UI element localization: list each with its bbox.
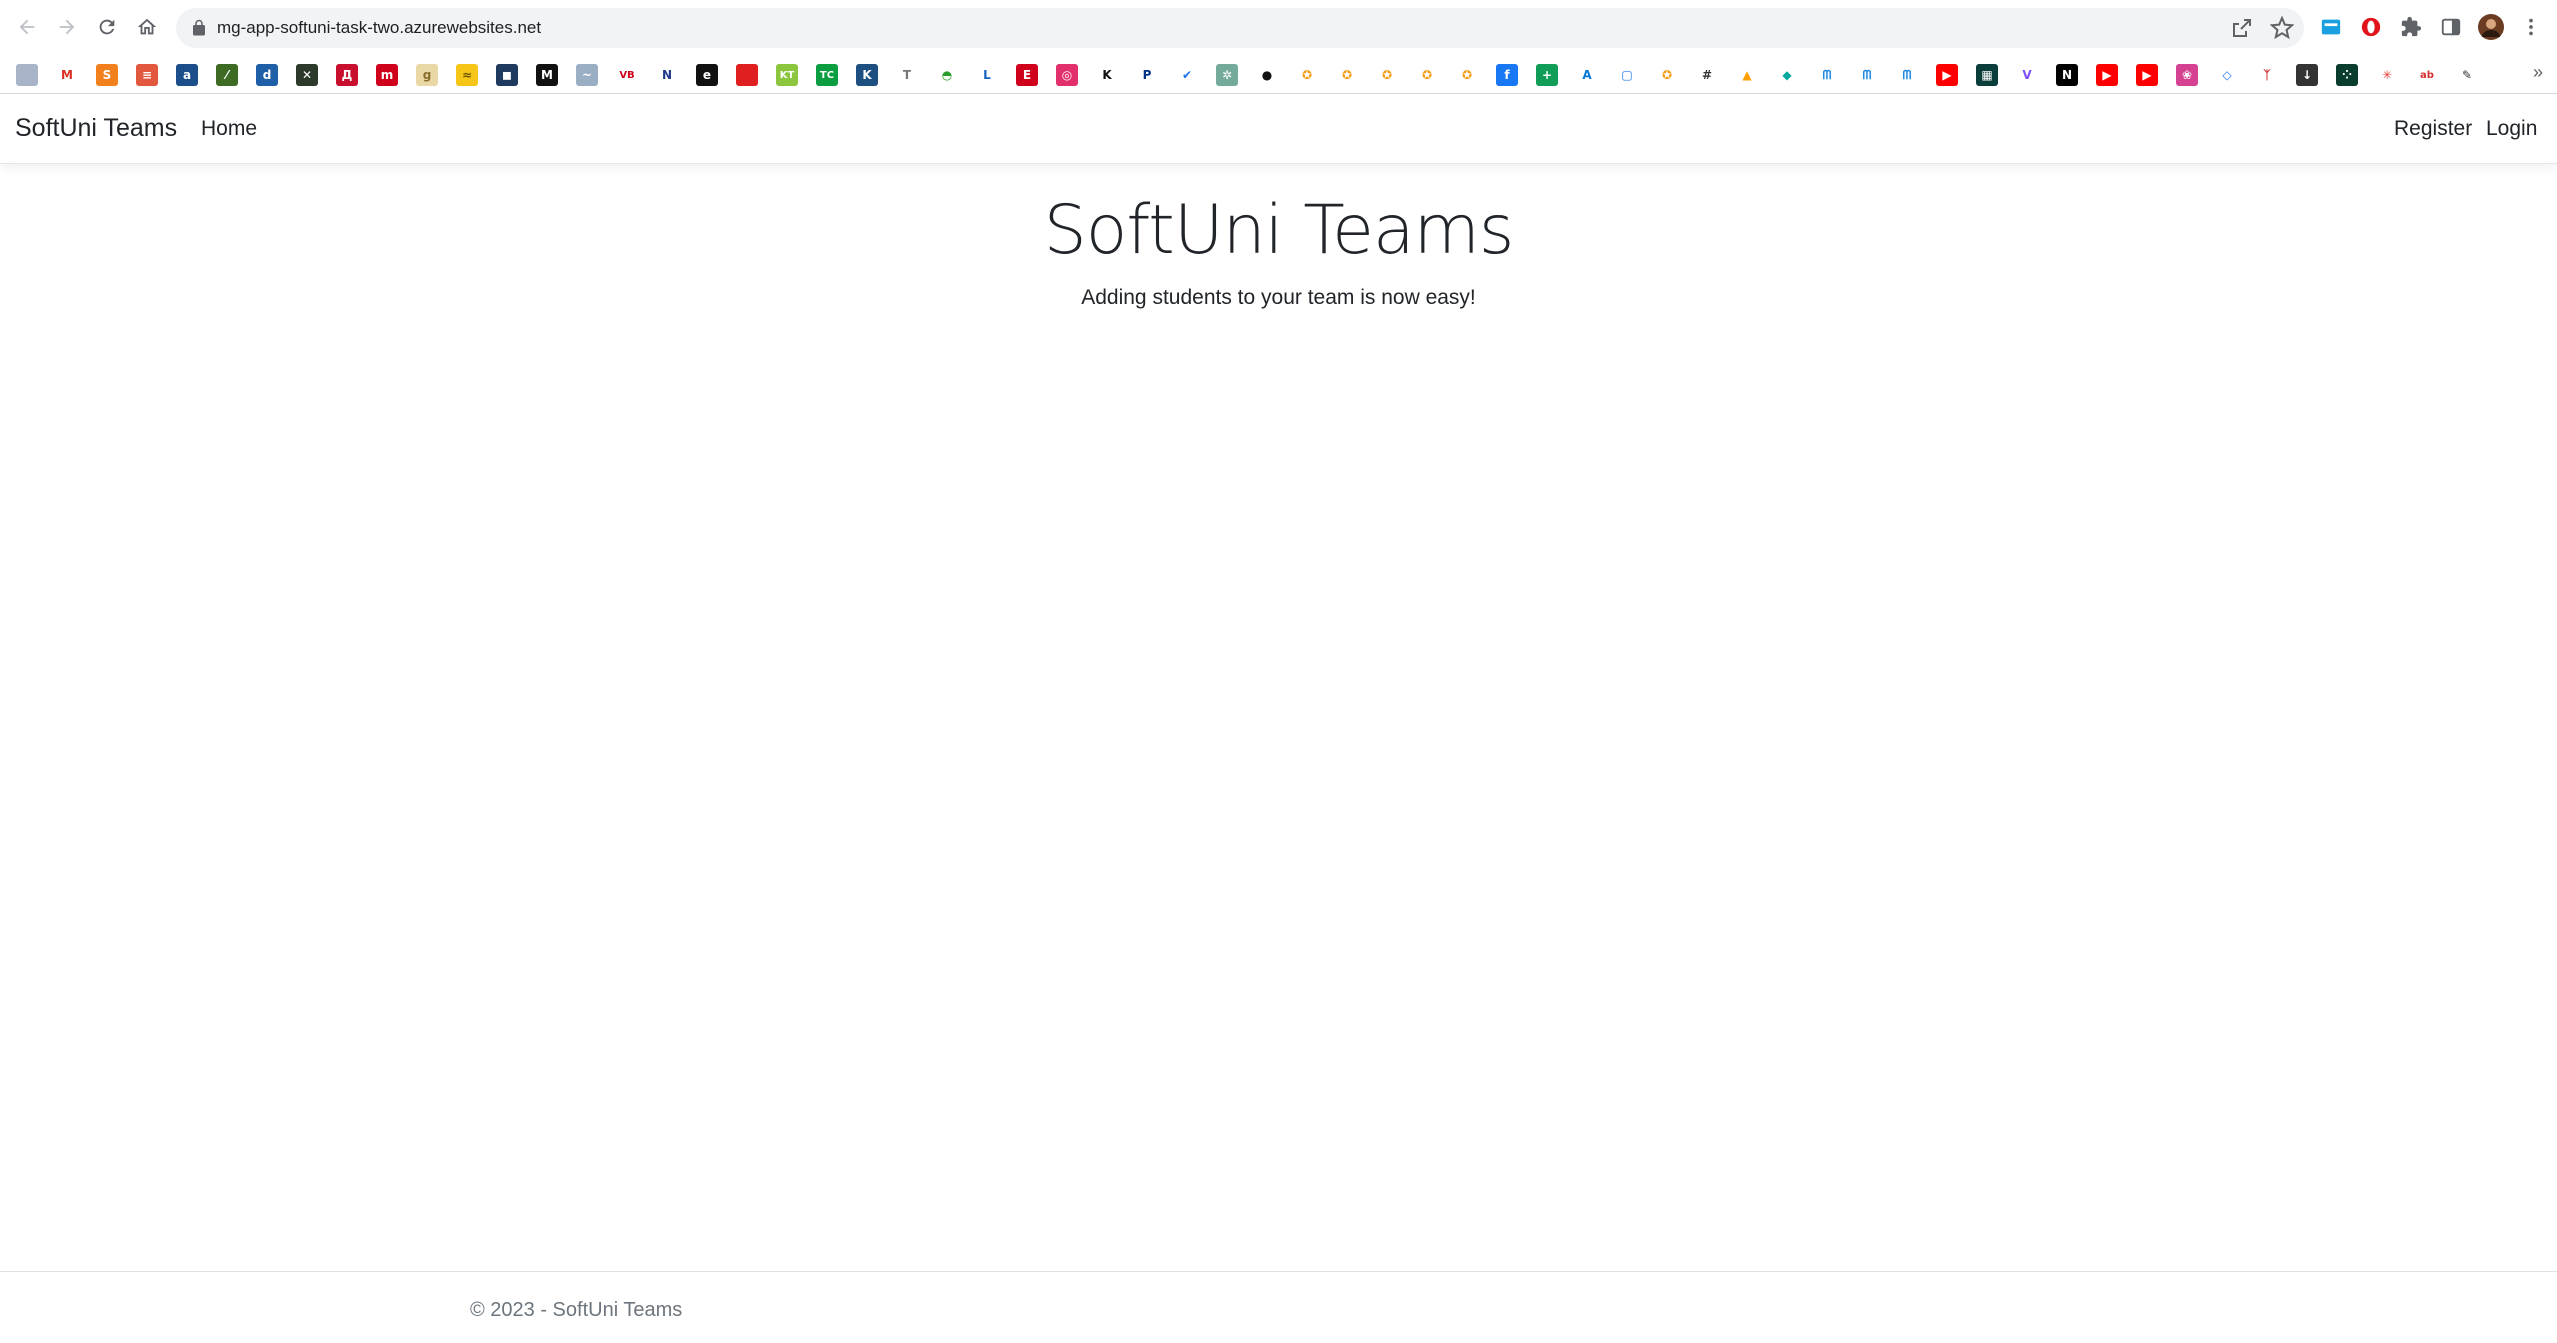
brand-link[interactable]: SoftUni Teams bbox=[15, 114, 177, 143]
back-button[interactable] bbox=[13, 13, 41, 41]
bookmark-pencil-icon[interactable]: ✎ bbox=[2456, 64, 2478, 86]
bookmark-asterisk-icon[interactable]: ✳ bbox=[2376, 64, 2398, 86]
bookmark-github-icon[interactable]: ● bbox=[1256, 64, 1278, 86]
bookmark-jm-icon[interactable]: M bbox=[536, 64, 558, 86]
chevron-right-icon[interactable]: » bbox=[2533, 62, 2543, 83]
bookmark-firebase-icon[interactable]: ▲ bbox=[1736, 64, 1758, 86]
bookmark-car-icon[interactable]: ◓ bbox=[936, 64, 958, 86]
home-icon bbox=[137, 18, 157, 35]
bookmark-tree-icon[interactable]: ᛉ bbox=[2256, 64, 2278, 86]
bookmark-instagram-icon[interactable]: ◎ bbox=[1056, 64, 1078, 86]
bookmark-gmail-icon[interactable]: M bbox=[56, 64, 78, 86]
bookmark-yellow-icon[interactable]: ≈ bbox=[456, 64, 478, 86]
bookmark-m-icon[interactable]: m bbox=[376, 64, 398, 86]
bookmark-red-square-icon[interactable] bbox=[736, 64, 758, 86]
address-bar[interactable]: mg-app-softuni-task-two.azurewebsites.ne… bbox=[176, 8, 2304, 48]
puzzle-icon[interactable] bbox=[2398, 14, 2424, 40]
bookmark-softuni-icon[interactable]: ✪ bbox=[1296, 64, 1318, 86]
bookmark-orange-s-icon[interactable]: S bbox=[96, 64, 118, 86]
bookmark-n-icon[interactable]: N bbox=[656, 64, 678, 86]
bookmark-mj-icon[interactable]: ᗰ bbox=[1856, 64, 1878, 86]
bookmark-t-icon[interactable]: T bbox=[896, 64, 918, 86]
bookmark-softuni-icon[interactable]: ✪ bbox=[1416, 64, 1438, 86]
bookmark-diamond-outline-icon[interactable]: ◇ bbox=[2216, 64, 2238, 86]
side-panel-icon[interactable] bbox=[2438, 14, 2464, 40]
nav-link-register[interactable]: Register bbox=[2394, 117, 2472, 141]
share-icon[interactable] bbox=[2230, 16, 2254, 40]
bookmarks-bar: ✎ ab ✳ ⁘ ↓ ᛉ ◇ ❀ ▶ ▶ N V ▦ ▶ ᗰ ᗰ ᗰ ◆ ▲ # ✪ ▢ A + f ✪ ✪ ✪ ✪ ✪ ● ✲ ✔ P K ◎ E L ◓… bbox=[0, 56, 2557, 94]
bookmark-chatgpt-icon[interactable]: ✲ bbox=[1216, 64, 1238, 86]
bookmark-dark-icon[interactable]: ◼ bbox=[496, 64, 518, 86]
bookmark-vb-icon[interactable]: VB bbox=[616, 64, 638, 86]
bookmark-wave-icon[interactable]: ~ bbox=[576, 64, 598, 86]
bookmark-red-book-icon[interactable]: Д bbox=[336, 64, 358, 86]
arrow-left-icon bbox=[19, 19, 35, 35]
bookmark-hash-icon[interactable]: # bbox=[1696, 64, 1718, 86]
hero-section: SoftUni Teams Adding students to your te… bbox=[0, 186, 2557, 310]
forward-button[interactable] bbox=[53, 13, 81, 41]
avatar[interactable] bbox=[2478, 14, 2504, 40]
bookmark-facebook-icon[interactable]: f bbox=[1496, 64, 1518, 86]
page-title: SoftUni Teams bbox=[1043, 191, 1515, 270]
bookmark-softuni-icon[interactable]: ✪ bbox=[1336, 64, 1358, 86]
bookmark-mj-icon[interactable]: ᗰ bbox=[1816, 64, 1838, 86]
bookmark-tc-icon[interactable]: TC bbox=[816, 64, 838, 86]
bookmark-dir-icon[interactable]: d bbox=[256, 64, 278, 86]
bookmark-diamond-icon[interactable]: ◆ bbox=[1776, 64, 1798, 86]
bookmark-news-icon[interactable]: ≡ bbox=[136, 64, 158, 86]
reload-button[interactable] bbox=[93, 13, 121, 41]
browser-toolbar: mg-app-softuni-task-two.azurewebsites.ne… bbox=[0, 0, 2557, 55]
bookmark-g-icon[interactable]: g bbox=[416, 64, 438, 86]
bookmark-kt-icon[interactable]: KT bbox=[776, 64, 798, 86]
bookmark-paypal-icon[interactable]: P bbox=[1136, 64, 1158, 86]
bookmark-l-icon[interactable]: L bbox=[976, 64, 998, 86]
bookmark-check-icon[interactable]: ✔ bbox=[1176, 64, 1198, 86]
home-button[interactable] bbox=[133, 13, 161, 41]
bookmark-vue-icon[interactable]: V bbox=[2016, 64, 2038, 86]
nav-link-login[interactable]: Login bbox=[2486, 117, 2537, 141]
bookmark-frame-icon[interactable]: ▢ bbox=[1616, 64, 1638, 86]
bookmark-e-dark-icon[interactable]: e bbox=[696, 64, 718, 86]
bookmark-download-icon[interactable]: ↓ bbox=[2296, 64, 2318, 86]
bookmark-grid-icon[interactable]: ▦ bbox=[1976, 64, 1998, 86]
bookmark-softuni-icon[interactable]: ✪ bbox=[1656, 64, 1678, 86]
more-vert-icon[interactable] bbox=[2518, 14, 2544, 40]
bookmark-x-circle-icon[interactable]: ✕ bbox=[296, 64, 318, 86]
bookmark-softuni-icon[interactable]: ✪ bbox=[1456, 64, 1478, 86]
bookmark-a-icon[interactable]: a bbox=[176, 64, 198, 86]
url-text[interactable]: mg-app-softuni-task-two.azurewebsites.ne… bbox=[217, 18, 541, 38]
bookmark-nextjs-icon[interactable]: N bbox=[2056, 64, 2078, 86]
bookmark-k-icon[interactable]: K bbox=[856, 64, 878, 86]
bookmark-k-bold-icon[interactable]: K bbox=[1096, 64, 1118, 86]
bookmark-youtube-icon[interactable]: ▶ bbox=[2136, 64, 2158, 86]
bookmark-mj-icon[interactable]: ᗰ bbox=[1896, 64, 1918, 86]
footer-copyright: © 2023 - SoftUni Teams bbox=[470, 1299, 683, 1321]
bookmark-doc-icon[interactable] bbox=[16, 64, 38, 86]
bookmark-sheets-icon[interactable]: + bbox=[1536, 64, 1558, 86]
arrow-right-icon bbox=[59, 19, 75, 35]
site-navbar: SoftUni Teams Home Register Login bbox=[0, 94, 2557, 164]
reload-icon bbox=[99, 19, 115, 35]
page-subtitle: Adding students to your team is now easy… bbox=[1081, 286, 1476, 309]
nav-link-home[interactable]: Home bbox=[201, 117, 257, 141]
bookmark-dots-icon[interactable]: ⁘ bbox=[2336, 64, 2358, 86]
bookmark-ab-icon[interactable]: ab bbox=[2416, 64, 2438, 86]
bookmark-swirl-icon[interactable]: ❀ bbox=[2176, 64, 2198, 86]
footer: © 2023 - SoftUni Teams bbox=[0, 1271, 2557, 1343]
lock-icon bbox=[193, 19, 205, 36]
extension-tab-icon[interactable] bbox=[2318, 14, 2344, 40]
star-icon[interactable] bbox=[2270, 16, 2294, 40]
bookmark-e-red-icon[interactable]: E bbox=[1016, 64, 1038, 86]
bookmark-softuni-icon[interactable]: ✪ bbox=[1376, 64, 1398, 86]
bookmark-azure-icon[interactable]: A bbox=[1576, 64, 1598, 86]
opera-icon[interactable] bbox=[2358, 14, 2384, 40]
bookmark-leaf-icon[interactable]: ⁄ bbox=[216, 64, 238, 86]
bookmark-youtube-icon[interactable]: ▶ bbox=[1936, 64, 1958, 86]
bookmark-youtube-icon[interactable]: ▶ bbox=[2096, 64, 2118, 86]
